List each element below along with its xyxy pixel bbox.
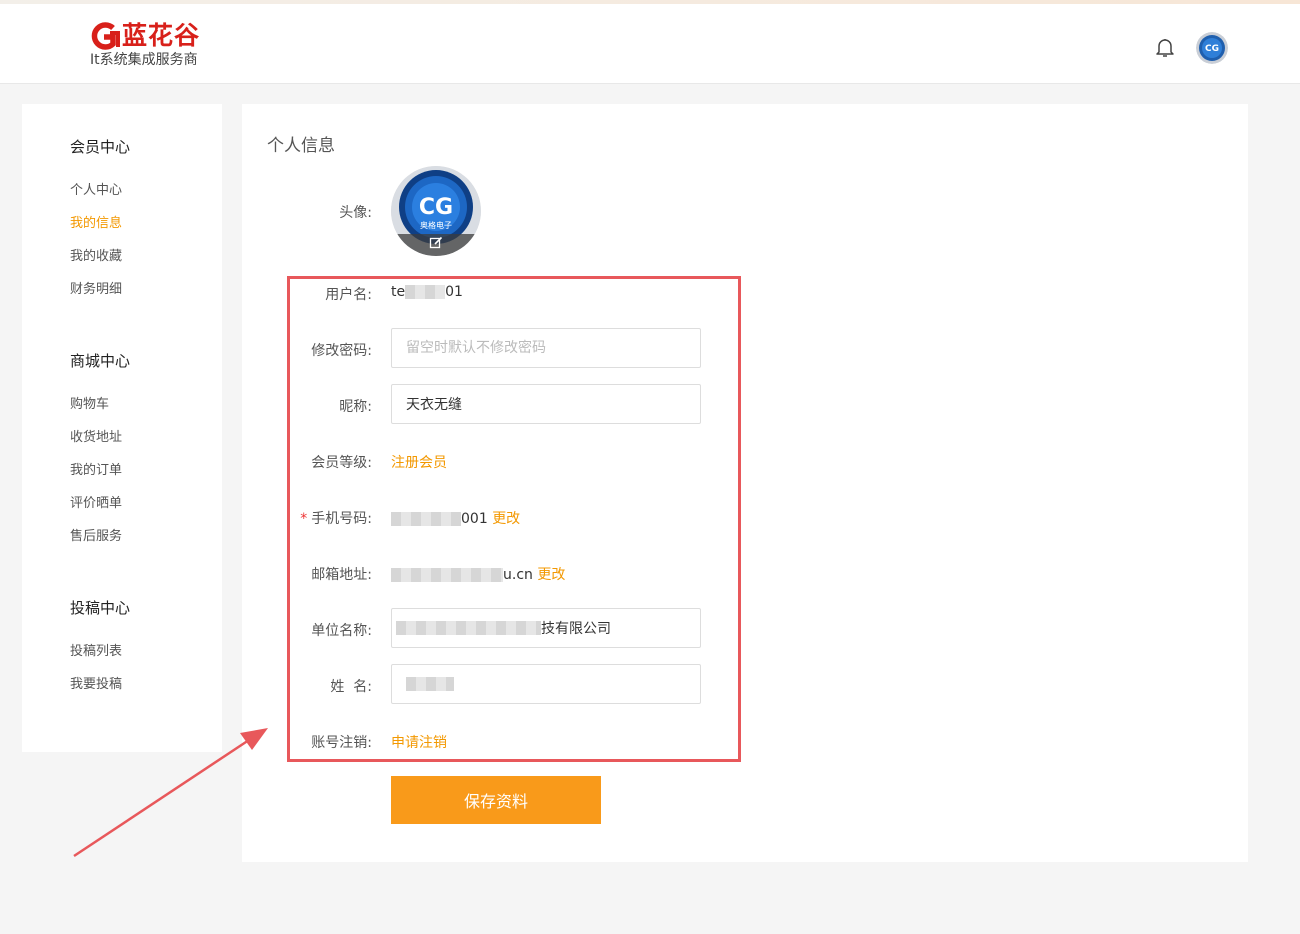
email-value: u.cn 更改 bbox=[391, 564, 565, 584]
save-button[interactable]: 保存资料 bbox=[391, 776, 601, 824]
sidebar-item-reviews[interactable]: 评价晒单 bbox=[70, 492, 122, 511]
sidebar-item-personal-center[interactable]: 个人中心 bbox=[70, 179, 122, 198]
redacted-block bbox=[406, 677, 454, 691]
phone-suffix: 001 bbox=[461, 511, 488, 527]
name-input[interactable] bbox=[391, 664, 701, 704]
password-input[interactable] bbox=[391, 328, 701, 368]
name-label: 姓 名: bbox=[330, 679, 372, 695]
logo-mark-icon bbox=[91, 22, 120, 50]
redacted-block bbox=[391, 568, 503, 582]
cancel-account-link[interactable]: 申请注销 bbox=[391, 732, 447, 752]
redacted-block bbox=[405, 285, 446, 299]
sidebar-item-after-sales[interactable]: 售后服务 bbox=[70, 525, 122, 544]
svg-text:CG: CG bbox=[1205, 44, 1219, 54]
sidebar: 会员中心 个人中心 我的信息 我的收藏 财务明细 商城中心 购物车 收货地址 我… bbox=[22, 104, 222, 752]
password-label: 修改密码: bbox=[311, 343, 372, 359]
avatar-label: 头像: bbox=[339, 205, 372, 221]
edit-icon bbox=[429, 236, 443, 249]
profile-panel: 个人信息 头像: CG 奥格电子 用户名: te 01 修改密码: 昵称: 会员等… bbox=[242, 104, 1248, 862]
sidebar-item-finance[interactable]: 财务明细 bbox=[70, 278, 122, 297]
logo-name: 蓝花谷 bbox=[122, 21, 201, 50]
redacted-block bbox=[391, 512, 461, 526]
username-value: te 01 bbox=[391, 284, 463, 300]
level-value[interactable]: 注册会员 bbox=[391, 452, 447, 472]
phone-label: * 手机号码: bbox=[222, 508, 372, 528]
logo-tagline: It系统集成服务商 bbox=[90, 52, 198, 68]
phone-change-link[interactable]: 更改 bbox=[492, 511, 520, 527]
company-label: 单位名称: bbox=[311, 623, 372, 639]
sidebar-item-orders[interactable]: 我的订单 bbox=[70, 459, 122, 478]
sidebar-item-submissions[interactable]: 投稿列表 bbox=[70, 640, 122, 659]
bell-icon[interactable] bbox=[1153, 35, 1177, 59]
sidebar-item-my-info[interactable]: 我的信息 bbox=[70, 212, 122, 231]
avatar-caption: 奥格电子 bbox=[420, 220, 452, 230]
cancel-label: 账号注销: bbox=[311, 735, 372, 751]
level-label: 会员等级: bbox=[311, 455, 372, 471]
page-title: 个人信息 bbox=[267, 136, 335, 156]
email-label: 邮箱地址: bbox=[311, 567, 372, 583]
site-header: 蓝花谷 It系统集成服务商 CG bbox=[0, 4, 1300, 84]
username-prefix: te bbox=[391, 284, 406, 300]
phone-value: 001 更改 bbox=[391, 508, 520, 528]
email-suffix: u.cn bbox=[503, 567, 533, 583]
user-avatar[interactable]: CG bbox=[1196, 32, 1228, 64]
required-marker: * bbox=[300, 511, 308, 527]
sidebar-group-title: 会员中心 bbox=[70, 138, 131, 156]
company-suffix: 技有限公司 bbox=[541, 621, 611, 637]
sidebar-item-favorites[interactable]: 我的收藏 bbox=[70, 245, 122, 264]
sidebar-item-address[interactable]: 收货地址 bbox=[70, 426, 122, 445]
avatar-edit-overlay[interactable] bbox=[391, 234, 481, 256]
username-suffix: 01 bbox=[445, 284, 463, 300]
phone-label-text: 手机号码: bbox=[311, 511, 372, 527]
email-change-link[interactable]: 更改 bbox=[537, 567, 565, 583]
username-label: 用户名: bbox=[325, 287, 372, 303]
svg-text:CG: CG bbox=[419, 195, 453, 220]
sidebar-item-submit[interactable]: 我要投稿 bbox=[70, 673, 122, 692]
nickname-label: 昵称: bbox=[339, 399, 372, 415]
redacted-block bbox=[396, 621, 541, 635]
company-input[interactable]: 技有限公司 bbox=[391, 608, 701, 648]
sidebar-group-title: 商城中心 bbox=[70, 352, 131, 370]
site-logo[interactable]: 蓝花谷 It系统集成服务商 bbox=[88, 19, 238, 73]
sidebar-group-title: 投稿中心 bbox=[70, 599, 131, 617]
nickname-input[interactable] bbox=[391, 384, 701, 424]
sidebar-item-cart[interactable]: 购物车 bbox=[70, 393, 109, 412]
profile-avatar[interactable]: CG 奥格电子 bbox=[391, 166, 481, 256]
